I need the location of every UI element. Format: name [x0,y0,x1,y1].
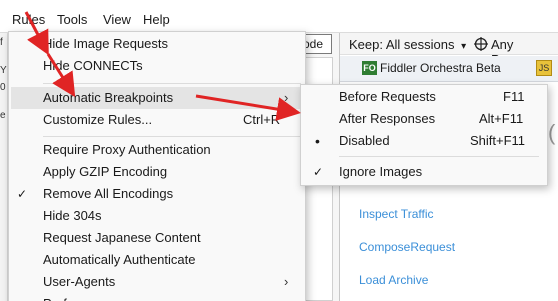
check-icon: ✓ [17,187,28,201]
left-label: Y [0,65,7,76]
left-label: f [0,37,3,48]
menu-view[interactable]: View [103,12,131,27]
menu-item-hide-image-requests[interactable]: Hide Image Requests [43,33,305,55]
chevron-right-icon: › [284,293,288,301]
menu-item-hide-304s[interactable]: Hide 304s [43,205,305,227]
left-label: 0 [0,82,6,93]
chevron-right-icon: › [284,274,289,289]
heading-cut: ( [548,120,556,145]
target-icon[interactable] [474,37,488,51]
menu-item-before-requests[interactable]: Before Requests F11 [339,86,539,108]
chevron-down-icon: ▾ [461,41,467,52]
check-icon: ✓ [313,165,324,179]
menu-item-hide-connects[interactable]: Hide CONNECTs [43,55,305,77]
radio-dot-icon: • [315,133,320,149]
menu-separator [43,136,301,137]
menu-tools[interactable]: Tools [57,12,87,27]
menu-separator [43,83,301,84]
menu-item-user-agents[interactable]: User-Agents › [43,271,305,293]
tab-fiddler-orchestra[interactable]: Fiddler Orchestra Beta [380,61,501,75]
breakpoints-submenu: Before Requests F11 After Responses Alt+… [300,84,548,186]
shortcut-label: Alt+F11 [479,111,524,126]
shortcut-label: Shift+F11 [470,133,526,148]
chevron-right-icon: › [284,90,289,105]
menu-item-ignore-images[interactable]: Ignore Images [339,161,539,183]
menu-bar: Rules Tools View Help [0,0,558,33]
shortcut-label: F11 [503,89,525,104]
menu-item-require-proxy-auth[interactable]: Require Proxy Authentication [43,139,305,161]
fiddler-orchestra-icon: FO [362,61,377,75]
menu-item-remove-all-encodings[interactable]: Remove All Encodings [43,183,305,205]
keep-label: Keep: All sessions [349,37,455,52]
menu-separator [339,156,539,157]
left-label: e [0,110,6,121]
menu-help[interactable]: Help [143,12,170,27]
script-icon[interactable]: JS [536,60,552,76]
menu-item-customize-rules[interactable]: Customize Rules... Ctrl+R [43,109,305,131]
link-compose-request[interactable]: ComposeRequest [359,240,455,254]
rules-menu: Hide Image Requests Hide CONNECTs Automa… [8,31,306,301]
link-load-archive[interactable]: Load Archive [359,273,428,287]
menu-item-auto-authenticate[interactable]: Automatically Authenticate [43,249,305,271]
menu-item-automatic-breakpoints[interactable]: Automatic Breakpoints › [43,87,305,109]
menu-item-request-japanese[interactable]: Request Japanese Content [43,227,305,249]
menu-item-disabled[interactable]: Disabled Shift+F11 [339,130,539,152]
menu-rules[interactable]: Rules [12,12,45,27]
menu-item-after-responses[interactable]: After Responses Alt+F11 [339,108,539,130]
menu-item-apply-gzip[interactable]: Apply GZIP Encoding [43,161,305,183]
keep-sessions-dropdown[interactable]: Keep: All sessions ▾ [349,37,466,52]
menu-item-performance[interactable]: Perf › [43,293,305,301]
link-inspect-traffic[interactable]: Inspect Traffic [359,207,433,221]
shortcut-label: Ctrl+R [243,112,281,127]
